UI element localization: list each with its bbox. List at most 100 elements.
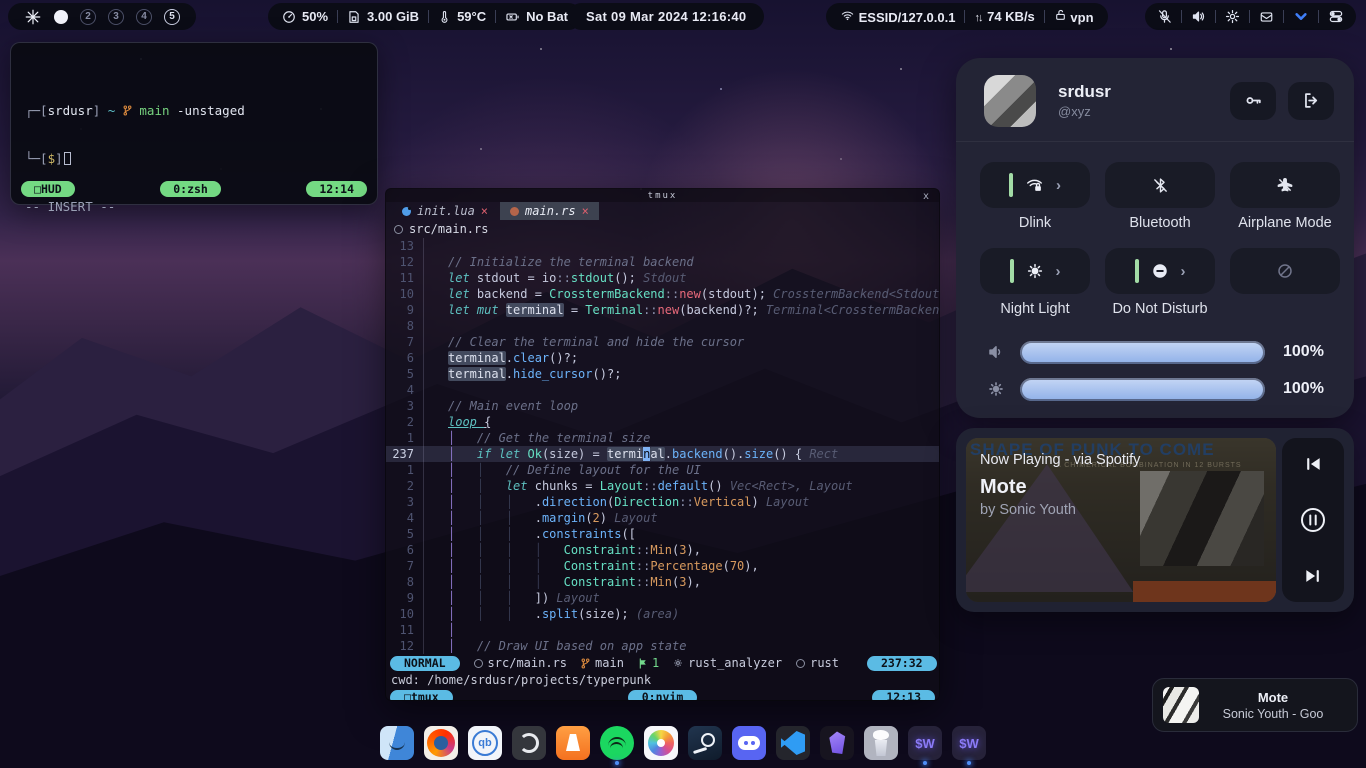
next-track-button[interactable] (1303, 566, 1323, 586)
chevron-right-icon[interactable] (1056, 177, 1061, 194)
dock-sw1-icon[interactable]: $W (908, 726, 942, 760)
dock-firefox-icon[interactable] (424, 726, 458, 760)
code-line[interactable]: 13 (386, 238, 939, 254)
code-line[interactable]: 11│ (386, 622, 939, 638)
tab-main-rs[interactable]: main.rs (500, 202, 599, 220)
code-line[interactable]: 5│ │ │ .constraints([ (386, 526, 939, 542)
code-line[interactable]: 11let stdout = io::stdout(); Stdout (386, 270, 939, 286)
dock-qbittorrent-icon[interactable]: qb (468, 726, 502, 760)
tmux-window-pill[interactable]: 0:nvim (628, 690, 698, 702)
code-line[interactable]: 8│ │ │ │ Constraint::Min(3), (386, 574, 939, 590)
statusline-lsp: rust_analyzer (673, 655, 782, 671)
code-line[interactable]: 7│ │ │ │ Constraint::Percentage(70), (386, 558, 939, 574)
code-line[interactable]: 6terminal.clear()?; (386, 350, 939, 366)
code-line[interactable]: 2loop { (386, 414, 939, 430)
previous-icon (1303, 454, 1323, 474)
avatar[interactable] (984, 75, 1036, 127)
toggle-airplane-mode[interactable] (1230, 162, 1340, 208)
code-line[interactable]: 7// Clear the terminal and hide the curs… (386, 334, 939, 350)
tab-init-lua[interactable]: init.lua (392, 202, 498, 220)
code-line[interactable]: 9let mut terminal = Terminal::new(backen… (386, 302, 939, 318)
window-close-button[interactable]: x (923, 189, 929, 205)
chevron-right-icon[interactable] (1056, 263, 1061, 280)
dock-trash-icon[interactable] (864, 726, 898, 760)
volume-icon[interactable] (1191, 9, 1206, 24)
clock-module[interactable]: Sat 09 Mar 2024 12:16:40 (568, 3, 764, 30)
tmux-clock-pill: 12:14 (306, 181, 367, 197)
git-branch-icon (123, 103, 132, 118)
code-line[interactable]: 4│ │ │ .margin(2) Layout (386, 510, 939, 526)
tmux-clock-pill: 12:13 (872, 690, 935, 702)
toggle-bluetooth[interactable] (1105, 162, 1215, 208)
album-art[interactable]: SHAPE OF PUNK TO COME A CHIMERICAL BOMBI… (966, 438, 1276, 602)
mail-icon[interactable] (1259, 10, 1274, 24)
toggle-blank[interactable] (1230, 248, 1340, 294)
dock-steam-icon[interactable] (688, 726, 722, 760)
notification-popup[interactable]: Mote Sonic Youth - Goo (1152, 678, 1358, 732)
code-line[interactable]: 10│ │ │ .split(size); (area) (386, 606, 939, 622)
workspace-1-active[interactable] (54, 10, 68, 24)
statusline: NORMAL src/main.rs main 1 rust_analyzer … (386, 654, 939, 672)
notification-body: Sonic Youth - Goo (1199, 707, 1347, 721)
volume-slider[interactable] (1020, 341, 1265, 364)
dock-vscode-icon[interactable] (776, 726, 810, 760)
workspace-2[interactable]: 2 (80, 9, 96, 25)
terminal-window[interactable]: ┌─[srdusr] ~ main -unstaged └─[$] -- INS… (10, 42, 378, 205)
tmux-session-pill[interactable]: HUD (21, 181, 75, 197)
distro-logo-icon[interactable] (24, 8, 42, 26)
tmux-window-pill[interactable]: 0:zsh (160, 181, 221, 197)
code-line[interactable]: 9│ │ │ ]) Layout (386, 590, 939, 606)
dock-discord-icon[interactable] (732, 726, 766, 760)
logout-button[interactable] (1288, 82, 1334, 120)
line-number: 6 (386, 350, 424, 366)
settings-gear-icon[interactable] (1225, 9, 1240, 24)
dock-obsidian-icon[interactable] (820, 726, 854, 760)
dock-photos-icon[interactable] (644, 726, 678, 760)
workspace-4[interactable]: 4 (136, 9, 152, 25)
code-line[interactable]: 3│ │ │ .direction(Direction::Vertical) L… (386, 494, 939, 510)
user-handle: @xyz (1058, 104, 1218, 119)
tab-close-icon[interactable] (582, 203, 589, 219)
code-line[interactable]: 2│ │ let chunks = Layout::default() Vec<… (386, 478, 939, 494)
code-editor[interactable]: 1312// Initialize the terminal backend11… (386, 238, 939, 654)
code-line[interactable]: 12│ // Draw UI based on app state (386, 638, 939, 654)
toggle-wifi-dlink[interactable] (980, 162, 1090, 208)
code-line[interactable]: 1│ │ // Define layout for the UI (386, 462, 939, 478)
dock-files-icon[interactable] (380, 726, 414, 760)
vpn-module[interactable]: vpn (1054, 8, 1094, 25)
code-line[interactable]: 12// Initialize the terminal backend (386, 254, 939, 270)
code-line-current[interactable]: 237│ if let Ok(size) = terminal.backend(… (386, 446, 939, 462)
mic-muted-icon[interactable] (1157, 9, 1172, 24)
editor-window[interactable]: tmux x init.lua main.rs src/main.rs 1312… (385, 188, 940, 701)
dock-obs-icon[interactable] (512, 726, 546, 760)
memory-icon (347, 10, 361, 24)
dock-vlc-icon[interactable] (556, 726, 590, 760)
keyring-button[interactable] (1230, 82, 1276, 120)
code-line[interactable]: 1│ // Get the terminal size (386, 430, 939, 446)
workspace-5[interactable]: 5 (164, 9, 180, 25)
dock-sw2-icon[interactable]: $W (952, 726, 986, 760)
code-line[interactable]: 6│ │ │ │ Constraint::Min(3), (386, 542, 939, 558)
code-line[interactable]: 3// Main event loop (386, 398, 939, 414)
brightness-slider[interactable] (1020, 378, 1265, 401)
toggle-night-light[interactable] (980, 248, 1090, 294)
code-line[interactable]: 8 (386, 318, 939, 334)
code-line[interactable]: 4 (386, 382, 939, 398)
airplane-off-icon (1276, 176, 1294, 194)
code-line[interactable]: 5terminal.hide_cursor()?; (386, 366, 939, 382)
tmux-session-pill[interactable]: tmux (390, 690, 453, 702)
toggles-icon[interactable] (1328, 9, 1344, 24)
workspace-3[interactable]: 3 (108, 9, 124, 25)
dock-spotify-icon[interactable] (600, 726, 634, 760)
line-content: │ │ │ │ Constraint::Min(3), (424, 542, 939, 558)
tab-close-icon[interactable] (481, 203, 488, 219)
chevron-right-icon[interactable] (1181, 263, 1186, 280)
code-line[interactable]: 10let backend = CrosstermBackend::new(st… (386, 286, 939, 302)
toggle-do-not-disturb[interactable] (1105, 248, 1215, 294)
previous-track-button[interactable] (1303, 454, 1323, 474)
chevron-down-icon[interactable] (1293, 9, 1309, 24)
wifi-module[interactable]: ESSID/127.0.0.1 (840, 9, 955, 25)
window-titlebar[interactable]: tmux x (386, 189, 939, 202)
volume-slider-row: 100% (984, 340, 1354, 364)
pause-button[interactable] (1299, 506, 1327, 534)
